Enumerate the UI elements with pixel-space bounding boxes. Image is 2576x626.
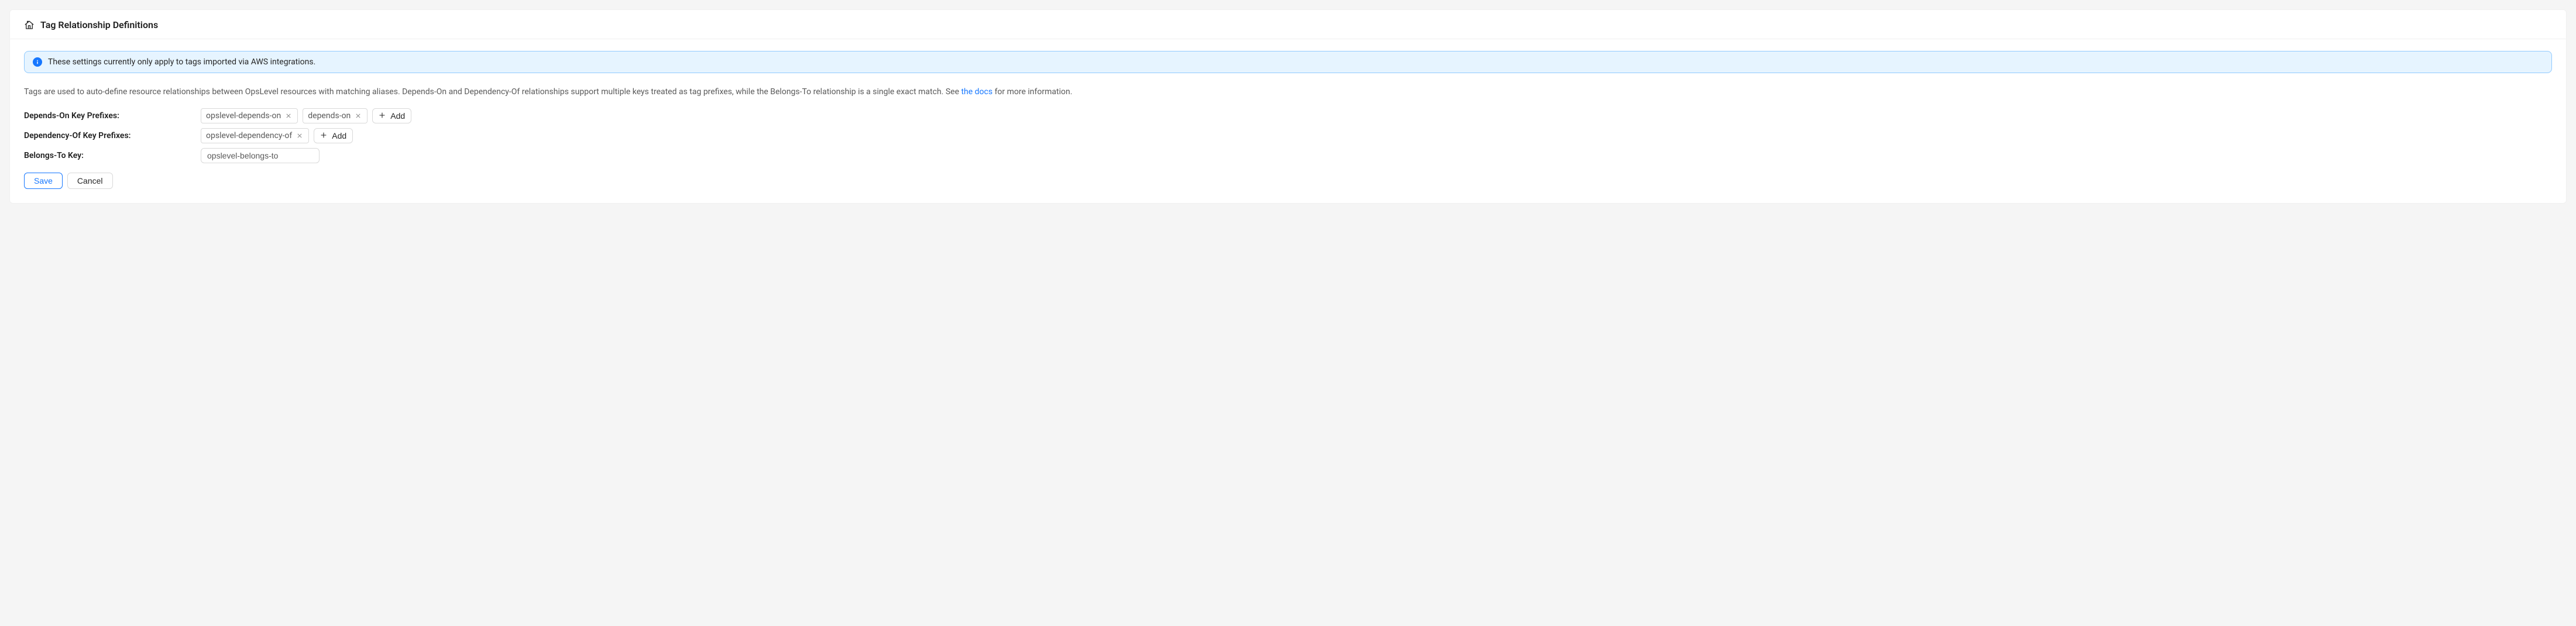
description-pre: Tags are used to auto-define resource re… — [24, 87, 961, 97]
add-depends-on-button[interactable]: Add — [372, 108, 411, 123]
chip-label: depends-on — [308, 111, 351, 121]
description-post: for more information. — [992, 87, 1072, 97]
belongs-to-input[interactable] — [201, 148, 320, 163]
fields: Depends-On Key Prefixes: opslevel-depend… — [24, 108, 2552, 163]
controls-depends-on: opslevel-depends-on depends-on — [201, 108, 411, 123]
controls-belongs-to — [201, 148, 320, 163]
house-ribbon-icon — [24, 20, 35, 30]
label-belongs-to: Belongs-To Key: — [24, 151, 194, 160]
add-label: Add — [390, 111, 405, 121]
add-dependency-of-button[interactable]: Add — [314, 128, 353, 143]
chip-depends-on-0: opslevel-depends-on — [201, 108, 298, 123]
info-alert: These settings currently only apply to t… — [24, 51, 2552, 73]
chip-dependency-of-0: opslevel-dependency-of — [201, 128, 309, 143]
card-header: Tag Relationship Definitions — [10, 10, 2566, 39]
docs-link[interactable]: the docs — [961, 87, 992, 97]
save-button[interactable]: Save — [24, 173, 63, 189]
chip-label: opslevel-dependency-of — [206, 130, 292, 141]
row-depends-on: Depends-On Key Prefixes: opslevel-depend… — [24, 108, 2552, 123]
tag-relationship-card: Tag Relationship Definitions These setti… — [9, 9, 2567, 204]
chip-label: opslevel-depends-on — [206, 111, 281, 121]
card-body: These settings currently only apply to t… — [10, 39, 2566, 203]
row-dependency-of: Dependency-Of Key Prefixes: opslevel-dep… — [24, 128, 2552, 143]
cancel-button[interactable]: Cancel — [67, 173, 113, 189]
label-dependency-of: Dependency-Of Key Prefixes: — [24, 131, 194, 140]
plus-icon — [379, 111, 386, 121]
chip-depends-on-1: depends-on — [303, 108, 367, 123]
close-icon[interactable] — [354, 112, 362, 120]
close-icon[interactable] — [296, 132, 304, 140]
description-text: Tags are used to auto-define resource re… — [24, 86, 2552, 99]
alert-text: These settings currently only apply to t… — [48, 57, 315, 67]
close-icon[interactable] — [284, 112, 293, 120]
plus-icon — [320, 131, 327, 140]
actions: Save Cancel — [24, 173, 2552, 189]
row-belongs-to: Belongs-To Key: — [24, 148, 2552, 163]
add-label: Add — [332, 131, 346, 140]
info-icon — [33, 57, 42, 67]
controls-dependency-of: opslevel-dependency-of Add — [201, 128, 353, 143]
label-depends-on: Depends-On Key Prefixes: — [24, 111, 194, 121]
card-title: Tag Relationship Definitions — [40, 19, 158, 30]
